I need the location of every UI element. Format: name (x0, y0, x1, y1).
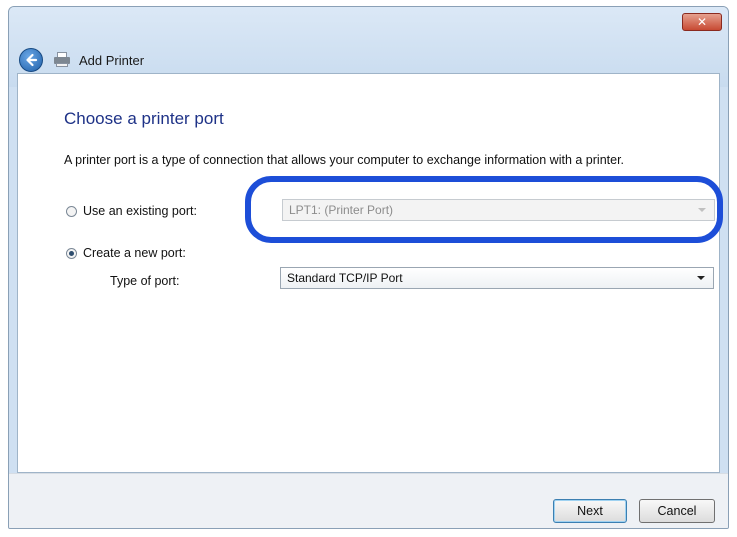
page-title: Choose a printer port (64, 109, 224, 128)
add-printer-window: ✕ Add Printer Choose a printer port A pr… (8, 6, 729, 529)
back-arrow-icon (26, 53, 38, 67)
port-type-value: Standard TCP/IP Port (287, 271, 403, 285)
button-bar: Next Cancel (9, 473, 728, 528)
use-existing-port-label: Use an existing port: (83, 204, 197, 218)
printer-icon (53, 52, 71, 68)
back-button[interactable] (19, 48, 43, 72)
create-new-port-radio[interactable] (66, 247, 77, 259)
next-button[interactable]: Next (553, 499, 627, 523)
close-icon: ✕ (696, 15, 708, 29)
wizard-content: Choose a printer port A printer port is … (17, 73, 720, 473)
existing-port-value: LPT1: (Printer Port) (289, 203, 394, 217)
window-title: Add Printer (79, 52, 145, 68)
chevron-down-icon (698, 208, 706, 212)
chevron-down-icon (697, 276, 705, 280)
radio-selected-dot (69, 250, 74, 256)
page-description: A printer port is a type of connection t… (64, 153, 625, 167)
create-new-port-label: Create a new port: (83, 246, 186, 260)
type-of-port-label: Type of port: (110, 274, 180, 288)
existing-port-dropdown: LPT1: (Printer Port) (282, 199, 715, 221)
close-button[interactable]: ✕ (682, 13, 722, 31)
create-new-port-option[interactable]: Create a new port: (66, 246, 186, 260)
cancel-button[interactable]: Cancel (639, 499, 715, 523)
navigation-bar: Add Printer (19, 48, 144, 72)
use-existing-port-radio[interactable] (66, 205, 77, 217)
port-type-dropdown[interactable]: Standard TCP/IP Port (280, 267, 714, 289)
use-existing-port-option[interactable]: Use an existing port: (66, 204, 197, 218)
